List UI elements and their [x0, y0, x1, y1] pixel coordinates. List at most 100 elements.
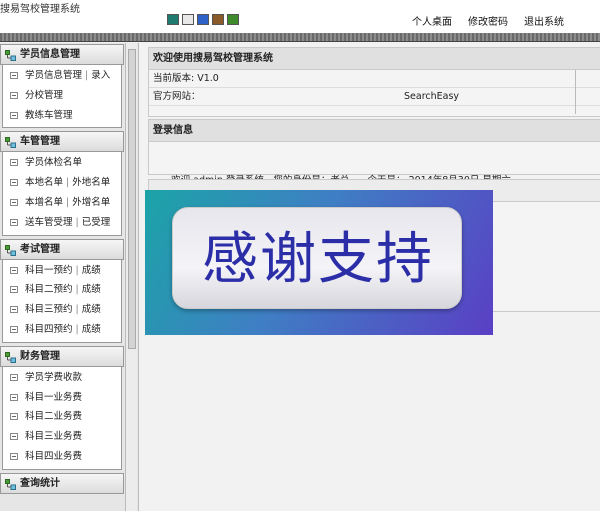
collapse-box-icon: [10, 433, 18, 441]
sidebar-item[interactable]: 学员信息管理 | 录入: [3, 66, 121, 86]
collapse-box-icon: [10, 159, 18, 167]
collapse-box-icon: [10, 452, 18, 460]
sidebar-item-sublink[interactable]: 已受理: [82, 217, 111, 228]
sidebar-item[interactable]: 教练车管理: [3, 106, 121, 126]
sidebar-item-sublink[interactable]: 成绩: [82, 304, 101, 315]
header: 搜易驾校管理系统 个人桌面 修改密码 退出系统: [0, 0, 600, 33]
collapse-box-icon: [10, 111, 18, 119]
sidebar-item-label[interactable]: 教练车管理: [25, 110, 73, 121]
sidebar-item-label[interactable]: 科目一业务费: [25, 392, 82, 403]
separator: |: [66, 177, 70, 189]
sidebar-item-label[interactable]: 科目二业务费: [25, 411, 82, 422]
collapse-box-icon: [10, 218, 18, 226]
nav-logout-link[interactable]: 退出系统: [524, 13, 564, 28]
sidebar-item[interactable]: 科目二预约 | 成绩: [3, 280, 121, 300]
sidebar-item[interactable]: 科目四业务费: [3, 447, 121, 467]
sidebar-item[interactable]: 科目三预约 | 成绩: [3, 300, 121, 320]
sidebar-item-sublink[interactable]: 成绩: [82, 284, 101, 295]
sidebar-item[interactable]: 本增名单 | 外增名单: [3, 193, 121, 213]
nav-change-password-link[interactable]: 修改密码: [468, 13, 508, 28]
sidebar-group-title: 考试管理: [20, 243, 60, 255]
website-row: 官方网站： SearchEasy: [149, 88, 600, 106]
sidebar-item-label[interactable]: 科目四预约: [25, 324, 73, 335]
sidebar-item-label[interactable]: 科目二预约: [25, 284, 73, 295]
collapse-box-icon: [10, 393, 18, 401]
scrollbar-thumb[interactable]: [128, 49, 136, 349]
sidebar-item-sublink[interactable]: 录入: [91, 70, 110, 81]
skin-swatch[interactable]: [182, 14, 194, 25]
sidebar-group-items: 学员学费收款 科目一业务费 科目二业务费 科目三业务费 科目四业务费: [2, 366, 122, 470]
sidebar-item-label[interactable]: 科目一预约: [25, 265, 73, 276]
sidebar-group-title: 学员信息管理: [20, 49, 80, 60]
skin-swatch[interactable]: [167, 14, 179, 25]
sidebar-item-sublink[interactable]: 外地名单: [72, 177, 110, 188]
collapse-box-icon: [10, 179, 18, 187]
sidebar-item[interactable]: 送车管受理 | 已受理: [3, 213, 121, 233]
sidebar-item[interactable]: 科目二业务费: [3, 407, 121, 427]
sidebar-item-label[interactable]: 科目三预约: [25, 304, 73, 315]
nav-desktop-link[interactable]: 个人桌面: [412, 13, 452, 28]
sidebar-item[interactable]: 学员体检名单: [3, 153, 121, 173]
login-info-row: 欢迎 admin 登录系统，您的身份是：老总 今天是： 2014年8月30日 星…: [149, 142, 600, 186]
welcome-title: 欢迎使用搜易驾校管理系统: [149, 48, 600, 70]
folder-icon: [5, 136, 16, 149]
version-text: 当前版本: V1.0: [153, 73, 219, 84]
sidebar-item-sublink[interactable]: 外增名单: [72, 197, 110, 208]
collapse-box-icon: [10, 413, 18, 421]
login-title: 登录信息: [149, 120, 600, 142]
sidebar-group-header[interactable]: 车管管理: [0, 131, 124, 153]
skin-swatch[interactable]: [197, 14, 209, 25]
sidebar-group-header[interactable]: 查询统计: [0, 472, 124, 494]
collapse-box-icon: [10, 325, 18, 333]
sidebar-item[interactable]: 科目一业务费: [3, 388, 121, 408]
sidebar-item-label[interactable]: 送车管受理: [25, 217, 73, 228]
sidebar-group-title: 车管管理: [20, 136, 60, 148]
folder-icon: [5, 351, 16, 363]
collapse-box-icon: [10, 266, 18, 274]
sidebar-item[interactable]: 本地名单 | 外地名单: [3, 173, 121, 193]
panel-divider: [575, 70, 576, 114]
sidebar: 学员信息管理 学员信息管理 | 录入 分校管理 教练车管理 车管管理 学员体检名单 本地名单 | 外…: [0, 43, 138, 511]
sidebar-item-label[interactable]: 科目四业务费: [25, 451, 82, 462]
separator: |: [75, 216, 79, 228]
separator: |: [75, 264, 79, 276]
welcome-panel: 欢迎使用搜易驾校管理系统 当前版本: V1.0 官方网站： SearchEasy: [148, 47, 600, 117]
version-row: 当前版本: V1.0: [149, 70, 600, 88]
sidebar-group-header[interactable]: 财务管理: [0, 345, 124, 367]
sidebar-item[interactable]: 分校管理: [3, 86, 121, 106]
skin-swatch[interactable]: [212, 14, 224, 25]
collapse-box-icon: [10, 373, 18, 381]
skin-picker: [167, 14, 239, 25]
sidebar-item-label[interactable]: 本地名单: [25, 177, 63, 188]
sidebar-item-label[interactable]: 科目三业务费: [25, 431, 82, 442]
skin-swatch[interactable]: [227, 14, 239, 25]
collapse-box-icon: [10, 306, 18, 314]
app-title: 搜易驾校管理系统: [0, 4, 80, 15]
sidebar-item-sublink[interactable]: 成绩: [82, 265, 101, 276]
header-divider: [0, 33, 600, 42]
sidebar-group-title: 财务管理: [20, 350, 60, 362]
collapse-box-icon: [10, 91, 18, 99]
thanks-banner: 感谢支持: [145, 190, 493, 335]
sidebar-group-header[interactable]: 考试管理: [0, 238, 124, 260]
collapse-box-icon: [10, 72, 18, 79]
sidebar-item-label[interactable]: 学员学费收款: [25, 372, 82, 383]
sidebar-item[interactable]: 学员学费收款: [3, 368, 121, 388]
sidebar-scrollbar[interactable]: [125, 43, 137, 511]
login-panel: 登录信息 欢迎 admin 登录系统，您的身份是：老总 今天是： 2014年8月…: [148, 119, 600, 186]
sidebar-group-title: 查询统计: [20, 477, 60, 489]
collapse-box-icon: [10, 286, 18, 294]
sidebar-item-sublink[interactable]: 成绩: [82, 324, 101, 335]
sidebar-item[interactable]: 科目三业务费: [3, 427, 121, 447]
sidebar-item[interactable]: 科目四预约 | 成绩: [3, 320, 121, 340]
sidebar-item-label[interactable]: 学员信息管理: [25, 70, 82, 81]
sidebar-item-label[interactable]: 本增名单: [25, 197, 63, 208]
banner-card: 感谢支持: [172, 207, 462, 309]
separator: |: [75, 304, 79, 316]
sidebar-group-header[interactable]: 学员信息管理: [0, 44, 124, 65]
sidebar-item[interactable]: 科目一预约 | 成绩: [3, 261, 121, 281]
sidebar-item-label[interactable]: 学员体检名单: [25, 157, 82, 168]
website-value[interactable]: SearchEasy: [404, 88, 459, 106]
separator: |: [66, 196, 70, 208]
sidebar-item-label[interactable]: 分校管理: [25, 90, 63, 101]
